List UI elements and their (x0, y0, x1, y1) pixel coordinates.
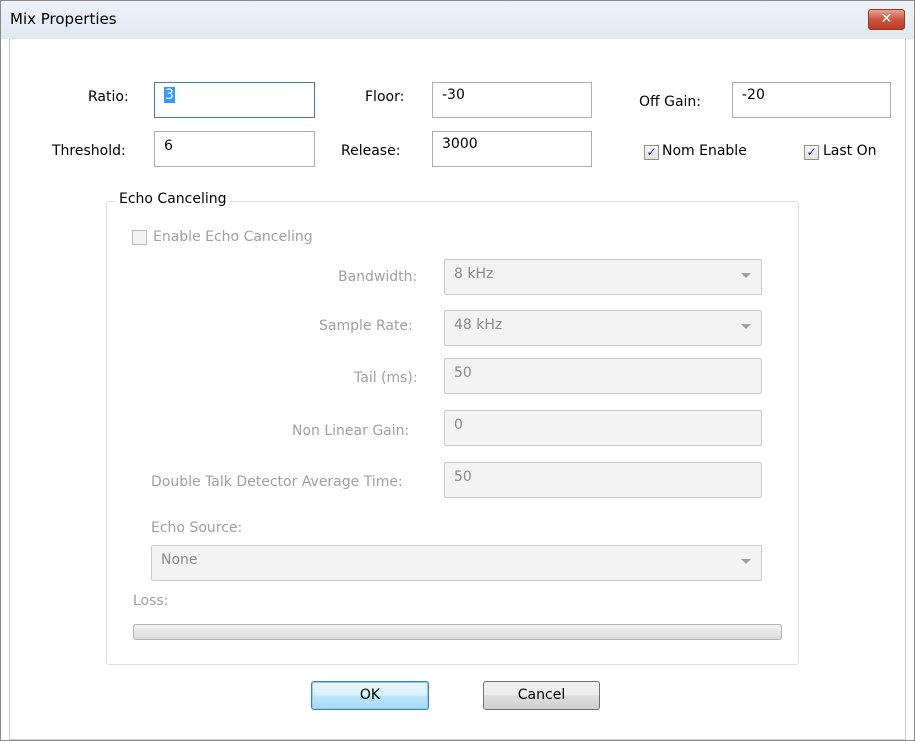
ratio-input[interactable]: 3 (154, 82, 315, 118)
sample-rate-value: 48 kHz (454, 317, 503, 333)
release-input[interactable]: 3000 (432, 131, 592, 167)
floor-label: Floor: (365, 89, 405, 105)
echo-source-dropdown[interactable]: None (151, 545, 762, 581)
double-talk-detector-value: 50 (454, 469, 472, 485)
checkmark-icon: ✓ (646, 145, 657, 159)
window-border-left (9, 39, 10, 739)
tail-label: Tail (ms): (354, 370, 418, 386)
last-on-label[interactable]: Last On (823, 143, 877, 159)
cancel-button[interactable]: Cancel (483, 681, 600, 710)
bandwidth-value: 8 kHz (454, 266, 494, 282)
floor-value: -30 (442, 87, 465, 103)
non-linear-gain-value: 0 (454, 417, 463, 433)
echo-source-value: None (161, 552, 198, 568)
tail-input[interactable]: 50 (444, 358, 762, 394)
floor-input[interactable]: -30 (432, 82, 592, 118)
tail-value: 50 (454, 365, 472, 381)
sample-rate-dropdown[interactable]: 48 kHz (444, 310, 762, 346)
non-linear-gain-label: Non Linear Gain: (292, 423, 410, 439)
close-button[interactable]: ✕ (868, 9, 905, 30)
threshold-label: Threshold: (52, 143, 126, 159)
window-border-bottom (9, 739, 906, 740)
ratio-value: 3 (164, 87, 175, 103)
chevron-down-icon (741, 273, 751, 278)
off-gain-value: -20 (742, 87, 765, 103)
nom-enable-label[interactable]: Nom Enable (662, 143, 747, 159)
sample-rate-label: Sample Rate: (319, 318, 413, 334)
checkmark-icon: ✓ (806, 145, 817, 159)
double-talk-detector-input[interactable]: 50 (444, 462, 762, 498)
ok-button[interactable]: OK (311, 681, 429, 710)
loss-progress-bar (133, 624, 782, 640)
bandwidth-dropdown[interactable]: 8 kHz (444, 259, 762, 295)
echo-canceling-group-title: Echo Canceling (116, 191, 230, 207)
bandwidth-label: Bandwidth: (338, 269, 418, 285)
double-talk-detector-label: Double Talk Detector Average Time: (151, 474, 403, 490)
off-gain-input[interactable]: -20 (732, 82, 891, 118)
window-border-right (905, 39, 906, 739)
echo-source-label: Echo Source: (151, 520, 243, 536)
chevron-down-icon (741, 559, 751, 564)
off-gain-label: Off Gain: (639, 94, 702, 110)
title-bar[interactable]: Mix Properties ✕ (1, 1, 914, 39)
nom-enable-checkbox[interactable]: ✓ (644, 145, 659, 160)
close-icon: ✕ (880, 11, 893, 27)
chevron-down-icon (741, 324, 751, 329)
window-title: Mix Properties (10, 10, 117, 28)
ratio-label: Ratio: (88, 89, 129, 105)
loss-label: Loss: (133, 593, 169, 609)
release-value: 3000 (442, 136, 478, 152)
non-linear-gain-input[interactable]: 0 (444, 410, 762, 446)
mix-properties-dialog: Mix Properties ✕ Ratio: 3 Floor: -30 Off… (0, 0, 915, 741)
last-on-checkbox[interactable]: ✓ (804, 145, 819, 160)
threshold-input[interactable]: 6 (154, 131, 315, 167)
threshold-value: 6 (164, 138, 173, 154)
enable-echo-canceling-checkbox[interactable] (132, 230, 147, 245)
release-label: Release: (341, 143, 401, 159)
enable-echo-canceling-label[interactable]: Enable Echo Canceling (153, 229, 313, 245)
